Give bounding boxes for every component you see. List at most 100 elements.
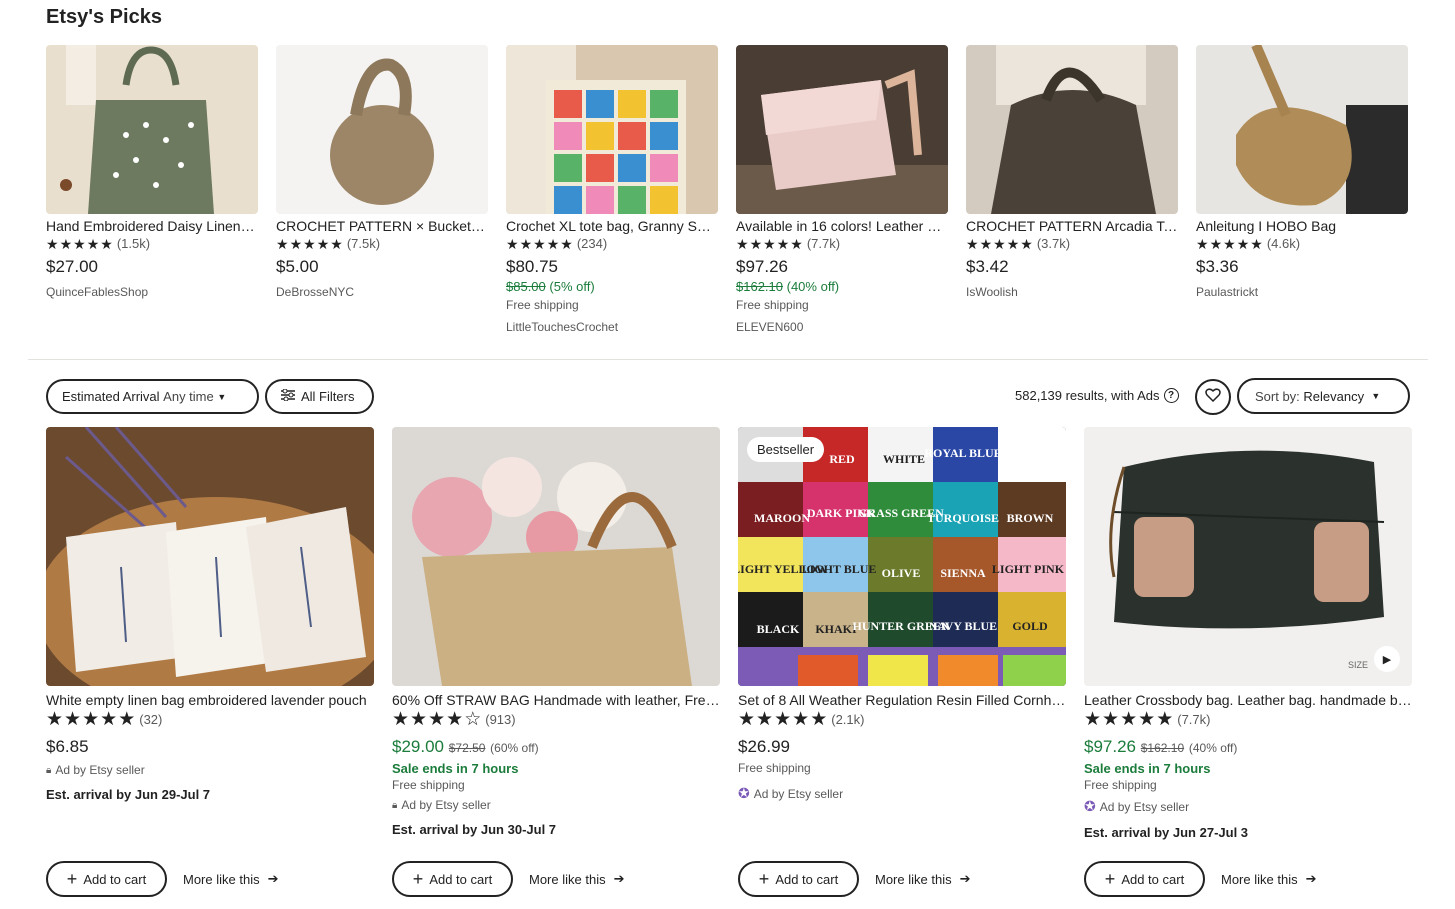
pick-title[interactable]: Hand Embroidered Daisy Linen Tote Bag — [46, 218, 258, 234]
listing-grid: White empty linen bag embroidered lavend… — [46, 427, 1412, 897]
all-filters-button[interactable]: All Filters — [265, 379, 374, 414]
help-icon[interactable]: ? — [1163, 388, 1179, 403]
rating-row: ★ ★ ★ ★ ★ (3.7k) — [966, 236, 1178, 251]
pick-card[interactable]: Crochet XL tote bag, Granny Square ★ ★ ★ ★ ★… — [506, 45, 718, 334]
listing-card[interactable]: SIZE ▶ Leather Crossbody bag. Leather ba… — [1084, 427, 1412, 897]
cornhole-label: LIGHT BLUE — [802, 562, 877, 576]
sort-dropdown[interactable]: Sort by: Relevancy ▼ — [1237, 378, 1410, 414]
pick-price: $97.26 — [736, 257, 788, 276]
cornhole-label: SIENNA — [940, 566, 986, 580]
listing-price: $97.26 $162.10 (40% off) — [1084, 737, 1412, 757]
cornhole-label: GOLD — [1012, 619, 1048, 633]
cornhole-label: TURQUOISE — [927, 511, 999, 525]
pick-shop[interactable]: IsWoolish — [966, 285, 1178, 299]
pick-shop[interactable]: DeBrosseNYC — [276, 285, 488, 299]
rating-row: ★ ★ ★ ★ ★ (1.5k) — [46, 236, 258, 251]
pick-title[interactable]: Available in 16 colors! Leather bag — [736, 218, 948, 234]
listing-image[interactable] — [392, 427, 720, 686]
more-like-this-link[interactable]: More like this ➔ — [529, 871, 624, 887]
cornhole-label: KHAKI — [815, 622, 857, 636]
pick-image[interactable] — [1196, 45, 1408, 214]
arrival-estimate: Est. arrival by Jun 29-Jul 7 — [46, 787, 211, 802]
listing-title[interactable]: White empty linen bag embroidered lavend… — [46, 692, 374, 708]
arrival-estimate: Est. arrival by Jun 27-Jul 3 — [1084, 825, 1249, 840]
listing-actions: + Add to cart More like this ➔ — [392, 861, 624, 897]
old-price: $162.10 — [736, 279, 783, 294]
rating-count: (913) — [485, 712, 516, 727]
pick-image[interactable] — [736, 45, 948, 214]
lock-icon: 🔒︎ — [46, 764, 52, 776]
ad-label: ✪ Ad by Etsy seller — [738, 785, 1066, 802]
rating-count: (32) — [139, 712, 163, 727]
add-to-cart-label: Add to cart — [83, 871, 147, 887]
listing-title[interactable]: Set of 8 All Weather Regulation Resin Fi… — [738, 692, 1066, 708]
cornhole-label: OLIVE — [882, 566, 921, 580]
pick-title[interactable]: CROCHET PATTERN Arcadia Tote — [966, 218, 1178, 234]
listing-image[interactable]: SIZE ▶ — [1084, 427, 1412, 686]
listing-price: $26.99 — [738, 737, 790, 756]
more-like-this-link[interactable]: More like this ➔ — [875, 871, 970, 887]
pick-image[interactable] — [46, 45, 258, 214]
pick-shop[interactable]: Paulastrickt — [1196, 285, 1408, 299]
pick-card[interactable]: CROCHET PATTERN Arcadia Tote ★ ★ ★ ★ ★ (3.7k… — [966, 45, 1178, 334]
cornhole-label: NAVY BLUE — [929, 619, 997, 633]
more-like-this-label: More like this — [183, 871, 260, 887]
pick-title[interactable]: Crochet XL tote bag, Granny Square — [506, 218, 718, 234]
add-to-cart-button[interactable]: + Add to cart — [1084, 861, 1205, 897]
arrow-right-icon: ➔ — [613, 871, 625, 886]
pick-title[interactable]: CROCHET PATTERN × Bucket Bag — [276, 218, 488, 234]
more-like-this-link[interactable]: More like this ➔ — [1221, 871, 1316, 887]
pick-shop[interactable]: QuinceFablesShop — [46, 285, 258, 299]
star-rating-icon: ★ ★ ★ ★ ☆ — [392, 709, 482, 730]
picks-row: Hand Embroidered Daisy Linen Tote Bag ★★… — [46, 45, 1408, 334]
sale-ends: Sale ends in 7 hours — [392, 761, 519, 776]
ad-label: ✪ Ad by Etsy seller — [1084, 798, 1412, 815]
rating-row: ★ ★ ★ ★ ★ (234) — [506, 236, 718, 251]
rating-row: ★ ★ ★ ★ ☆ (913) — [392, 710, 720, 729]
listing-card[interactable]: White empty linen bag embroidered lavend… — [46, 427, 374, 897]
pick-shop[interactable]: ELEVEN600 — [736, 320, 948, 334]
listing-title[interactable]: 60% Off STRAW BAG Handmade with leather,… — [392, 692, 720, 708]
rating-count: (7.7k) — [806, 236, 841, 251]
rating-count: (7.7k) — [1177, 712, 1211, 727]
pick-card[interactable]: Anleitung I HOBO Bag ★ ★ ★ ★ ★ (4.6k) $3.36 … — [1196, 45, 1408, 334]
pick-image[interactable] — [506, 45, 718, 214]
discount: (5% off) — [549, 279, 595, 294]
pick-image[interactable] — [966, 45, 1178, 214]
pick-title[interactable]: Anleitung I HOBO Bag — [1196, 218, 1408, 234]
more-like-this-link[interactable]: More like this ➔ — [183, 871, 278, 887]
pick-shipping: Free shipping — [506, 298, 579, 312]
rating-row: ★ ★ ★ ★ ★ (32) — [46, 710, 374, 729]
ad-label: 🔒︎ Ad by Etsy seller — [392, 798, 720, 812]
listing-image[interactable] — [46, 427, 374, 686]
rating-row: ★ ★ ★ ★ ★ (2.1k) — [738, 710, 1066, 729]
all-filters-label: All Filters — [301, 389, 355, 404]
estimated-arrival-filter[interactable]: Estimated Arrival Any time ▼ — [46, 379, 259, 414]
cornhole-label: MAROON — [754, 511, 810, 525]
listing-title[interactable]: Leather Crossbody bag. Leather bag. hand… — [1084, 692, 1412, 708]
play-video-icon[interactable]: ▶ — [1374, 646, 1400, 672]
sort-label: Sort by: — [1255, 388, 1300, 404]
listing-image[interactable]: RED WHITE ROYAL BLUE MAROON DARK PINK GR… — [738, 427, 1066, 686]
listing-card[interactable]: RED WHITE ROYAL BLUE MAROON DARK PINK GR… — [738, 427, 1066, 897]
pick-card[interactable]: Available in 16 colors! Leather bag ★ ★ ★ ★… — [736, 45, 948, 334]
listing-card[interactable]: 60% Off STRAW BAG Handmade with leather,… — [392, 427, 720, 897]
discount: (40% off) — [1188, 741, 1238, 755]
pick-price: $5.00 — [276, 257, 319, 276]
plus-icon: + — [66, 868, 78, 889]
pick-shop[interactable]: LittleTouchesCrochet — [506, 320, 718, 334]
add-to-cart-button[interactable]: + Add to cart — [738, 861, 859, 897]
rating-count: (4.6k) — [1266, 236, 1301, 251]
star-seller-icon: ✪ — [738, 785, 750, 801]
pick-card[interactable]: CROCHET PATTERN × Bucket Bag ★ ★ ★ ★ ★ (7.5k… — [276, 45, 488, 334]
pick-card[interactable]: Hand Embroidered Daisy Linen Tote Bag ★★… — [46, 45, 258, 334]
lock-icon: 🔒︎ — [392, 799, 398, 811]
cornhole-label: ROYAL BLUE — [924, 446, 1001, 460]
arrow-right-icon: ➔ — [1305, 871, 1317, 886]
arrival-label: Estimated Arrival — [62, 389, 160, 404]
save-search-button[interactable] — [1195, 379, 1231, 415]
pick-image[interactable] — [276, 45, 488, 214]
add-to-cart-button[interactable]: + Add to cart — [46, 861, 167, 897]
add-to-cart-button[interactable]: + Add to cart — [392, 861, 513, 897]
pick-price: $80.75 — [506, 257, 558, 276]
